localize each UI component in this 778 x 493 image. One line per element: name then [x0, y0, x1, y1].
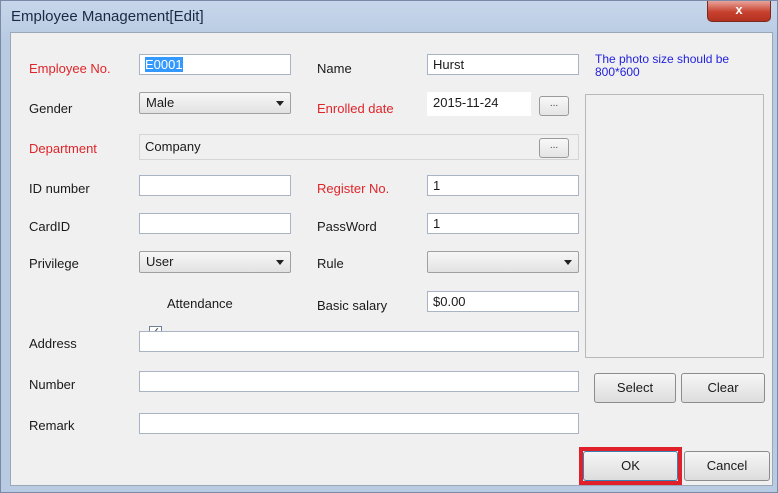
photo-size-hint: The photo size should be 800*600	[595, 52, 730, 79]
employee-management-dialog: Employee Management[Edit] x Employee No.…	[0, 0, 778, 493]
enrolled-date-browse-button[interactable]: ...	[539, 96, 569, 116]
enrolled-date-input[interactable]: 2015-11-24	[427, 92, 531, 116]
employee-no-label: Employee No.	[29, 61, 111, 76]
address-input[interactable]	[139, 331, 579, 352]
privilege-label: Privilege	[29, 256, 79, 271]
department-input[interactable]: Company	[139, 134, 579, 160]
address-label: Address	[29, 336, 77, 351]
select-photo-button[interactable]: Select	[594, 373, 676, 403]
chevron-down-icon	[276, 101, 284, 106]
highlight-box	[579, 447, 682, 485]
department-label: Department	[29, 141, 97, 156]
close-icon[interactable]: x	[707, 1, 771, 22]
employee-no-value: E0001	[145, 57, 183, 72]
enrolled-date-label: Enrolled date	[317, 101, 394, 116]
card-id-input[interactable]	[139, 213, 291, 234]
name-label: Name	[317, 61, 352, 76]
department-browse-button[interactable]: ...	[539, 138, 569, 158]
remark-label: Remark	[29, 418, 75, 433]
chevron-down-icon	[564, 260, 572, 265]
chevron-down-icon	[276, 260, 284, 265]
name-input[interactable]: Hurst	[427, 54, 579, 75]
gender-value: Male	[146, 95, 175, 110]
window-title: Employee Management[Edit]	[11, 8, 204, 25]
rule-select[interactable]	[427, 251, 579, 273]
register-no-input[interactable]: 1	[427, 175, 579, 196]
gender-select[interactable]: Male	[139, 92, 291, 114]
password-input[interactable]: 1	[427, 213, 579, 234]
attendance-label: Attendance	[167, 296, 233, 311]
remark-input[interactable]	[139, 413, 579, 434]
privilege-value: User	[146, 254, 174, 269]
clear-photo-button[interactable]: Clear	[681, 373, 765, 403]
title-bar[interactable]: Employee Management[Edit] x	[1, 1, 777, 31]
id-number-label: ID number	[29, 181, 90, 196]
basic-salary-label: Basic salary	[317, 298, 388, 313]
gender-label: Gender	[29, 101, 73, 116]
cancel-button[interactable]: Cancel	[684, 451, 770, 481]
number-input[interactable]	[139, 371, 579, 392]
basic-salary-input[interactable]: $0.00	[427, 291, 579, 312]
card-id-label: CardID	[29, 219, 71, 234]
rule-label: Rule	[317, 256, 344, 271]
photo-preview	[585, 94, 764, 358]
number-label: Number	[29, 377, 76, 392]
privilege-select[interactable]: User	[139, 251, 291, 273]
password-label: PassWord	[317, 219, 377, 234]
employee-no-input[interactable]: E0001	[139, 54, 291, 75]
register-no-label: Register No.	[317, 181, 390, 196]
id-number-input[interactable]	[139, 175, 291, 196]
